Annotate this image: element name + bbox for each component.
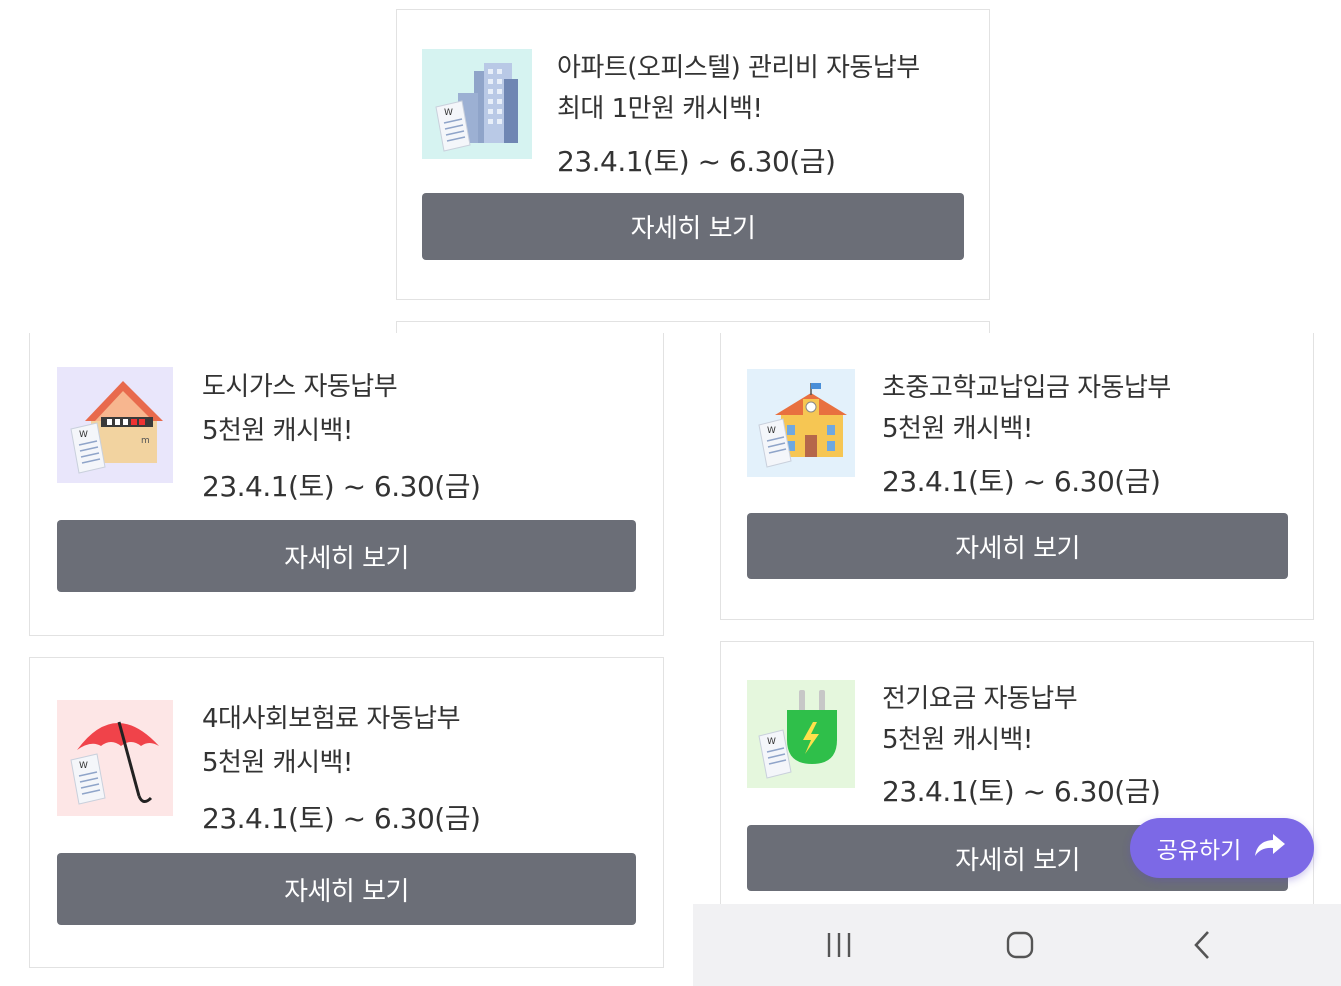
recent-apps-button[interactable] xyxy=(779,904,899,986)
card-date: 23.4.1(토) ~ 6.30(금) xyxy=(202,470,481,503)
promo-card-school: W 초중고학교납입금 자동납부 5천원 캐시백! 23.4.1(토) ~ 6.3… xyxy=(720,333,1314,620)
card-title-line2: 최대 1만원 캐시백! xyxy=(557,94,763,124)
svg-text:m: m xyxy=(141,436,150,446)
back-icon xyxy=(1194,931,1209,959)
recent-apps-icon xyxy=(827,933,851,957)
card-title-line2: 5천원 캐시백! xyxy=(202,748,353,778)
card-title-line1: 초중고학교납입금 자동납부 xyxy=(882,373,1171,403)
share-button[interactable]: 공유하기 xyxy=(1130,818,1314,878)
card-date: 23.4.1(토) ~ 6.30(금) xyxy=(557,145,836,178)
card-title-line2: 5천원 캐시백! xyxy=(882,414,1033,444)
svg-text:W: W xyxy=(444,108,453,118)
card-title-line1: 아파트(오피스텔) 관리비 자동납부 xyxy=(557,53,920,83)
svg-text:W: W xyxy=(79,761,88,771)
card-date: 23.4.1(토) ~ 6.30(금) xyxy=(202,802,481,835)
electric-plug-icon: W xyxy=(747,680,855,788)
details-button[interactable]: 자세히 보기 xyxy=(57,853,636,925)
details-button[interactable]: 자세히 보기 xyxy=(57,520,636,592)
home-button[interactable] xyxy=(960,904,1080,986)
umbrella-icon: W xyxy=(57,700,173,816)
promo-card-apartment: W 아파트(오피스텔) 관리비 자동납부 최대 1만원 캐시백! 23.4.1(… xyxy=(396,9,990,300)
card-title-line2: 5천원 캐시백! xyxy=(202,416,353,446)
card-title-line2: 5천원 캐시백! xyxy=(882,725,1033,755)
school-building-icon: W xyxy=(747,369,855,477)
svg-text:W: W xyxy=(79,430,88,440)
card-date: 23.4.1(토) ~ 6.30(금) xyxy=(882,465,1161,498)
share-label: 공유하기 xyxy=(1156,838,1242,864)
card-date: 23.4.1(토) ~ 6.30(금) xyxy=(882,775,1161,808)
details-button[interactable]: 자세히 보기 xyxy=(747,513,1288,579)
share-arrow-icon xyxy=(1253,832,1287,864)
promo-card-insurance: W 4대사회보험료 자동납부 5천원 캐시백! 23.4.1(토) ~ 6.30… xyxy=(29,657,664,968)
house-gas-meter-icon: m W xyxy=(57,367,173,483)
svg-text:W: W xyxy=(767,426,776,436)
back-button[interactable] xyxy=(1142,904,1262,986)
promo-card-gas: m W 도시가스 자동납부 5천원 캐시백! 23.4.1(토) ~ 6.30(… xyxy=(29,333,664,636)
apartment-building-icon: W xyxy=(422,49,532,159)
home-icon xyxy=(1006,931,1034,959)
card-title-line1: 도시가스 자동납부 xyxy=(202,372,398,402)
card-title-line1: 전기요금 자동납부 xyxy=(882,684,1078,714)
promo-card-electric: W 전기요금 자동납부 5천원 캐시백! 23.4.1(토) ~ 6.30(금)… xyxy=(720,641,1314,921)
svg-text:W: W xyxy=(767,737,776,747)
details-button[interactable]: 자세히 보기 xyxy=(422,193,964,260)
card-title-line1: 4대사회보험료 자동납부 xyxy=(202,704,461,734)
system-navigation-bar xyxy=(693,904,1341,986)
